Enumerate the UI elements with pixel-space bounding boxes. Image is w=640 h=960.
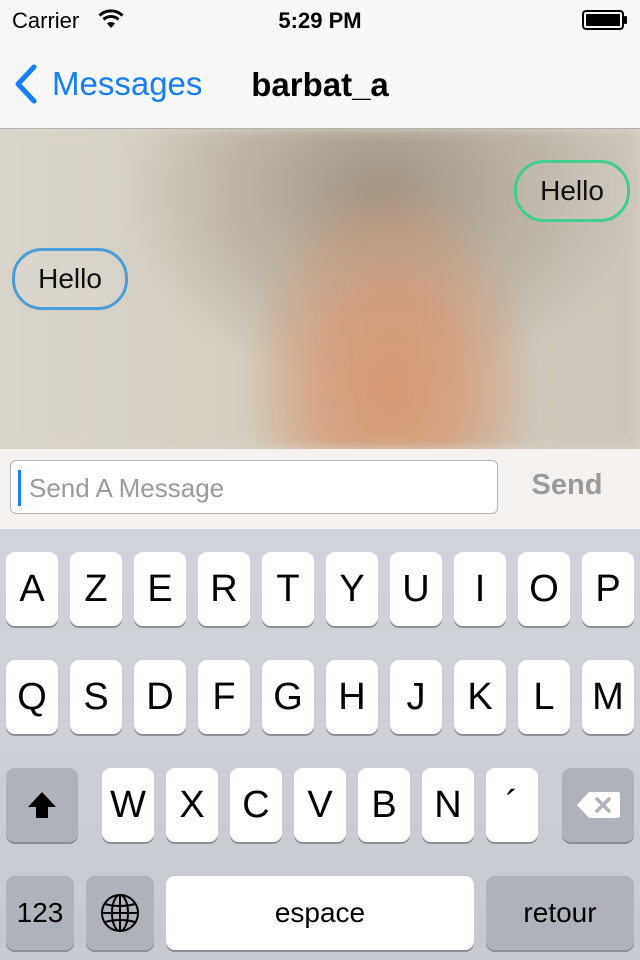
status-bar: Carrier 5:29 PM — [0, 0, 640, 40]
globe-icon — [101, 894, 139, 932]
message-text: Hello — [540, 175, 604, 206]
send-button[interactable]: Send — [512, 469, 622, 502]
key-j[interactable]: J — [390, 660, 442, 734]
key-w[interactable]: W — [102, 768, 154, 842]
key-i[interactable]: I — [454, 552, 506, 626]
key-l[interactable]: L — [518, 660, 570, 734]
key-d[interactable]: D — [134, 660, 186, 734]
navigation-bar: Messages barbat_a — [0, 40, 640, 129]
key-u[interactable]: U — [390, 552, 442, 626]
battery-icon — [582, 10, 627, 30]
key-h[interactable]: H — [326, 660, 378, 734]
key-x[interactable]: X — [166, 768, 218, 842]
key-p[interactable]: P — [582, 552, 634, 626]
key-b[interactable]: B — [358, 768, 410, 842]
key-k[interactable]: K — [454, 660, 506, 734]
key-z[interactable]: Z — [70, 552, 122, 626]
status-time: 5:29 PM — [278, 8, 362, 33]
message-bubble-received: Hello — [12, 248, 128, 310]
key-c[interactable]: C — [230, 768, 282, 842]
text-cursor — [18, 470, 21, 506]
backspace-key[interactable] — [562, 768, 634, 842]
keyboard: A Z E R T Y U I O P Q S D F G H J K L M … — [0, 529, 640, 960]
key-v[interactable]: V — [294, 768, 346, 842]
message-bubble-sent: Hello — [514, 160, 630, 222]
key-s[interactable]: S — [70, 660, 122, 734]
message-field[interactable] — [10, 460, 498, 515]
key-a[interactable]: A — [6, 552, 58, 626]
space-key[interactable]: espace — [166, 876, 474, 950]
video-chat-area: Hello Hello — [0, 129, 640, 449]
key-y[interactable]: Y — [326, 552, 378, 626]
shift-icon — [28, 792, 56, 818]
key-g[interactable]: G — [262, 660, 314, 734]
backspace-icon — [577, 792, 620, 818]
key-q[interactable]: Q — [6, 660, 58, 734]
conversation-title: barbat_a — [251, 66, 389, 103]
key-o[interactable]: O — [518, 552, 570, 626]
return-key[interactable]: retour — [486, 876, 634, 950]
shift-key[interactable] — [6, 768, 78, 842]
message-text: Hello — [38, 263, 102, 294]
key-t[interactable]: T — [262, 552, 314, 626]
message-composer: Send — [0, 449, 640, 529]
key-e[interactable]: E — [134, 552, 186, 626]
key-r[interactable]: R — [198, 552, 250, 626]
globe-key[interactable] — [86, 876, 154, 950]
key-m[interactable]: M — [582, 660, 634, 734]
key-accent[interactable]: ´ — [486, 768, 538, 842]
numbers-key[interactable]: 123 — [6, 876, 74, 950]
message-input[interactable] — [27, 461, 491, 515]
key-n[interactable]: N — [422, 768, 474, 842]
key-f[interactable]: F — [198, 660, 250, 734]
